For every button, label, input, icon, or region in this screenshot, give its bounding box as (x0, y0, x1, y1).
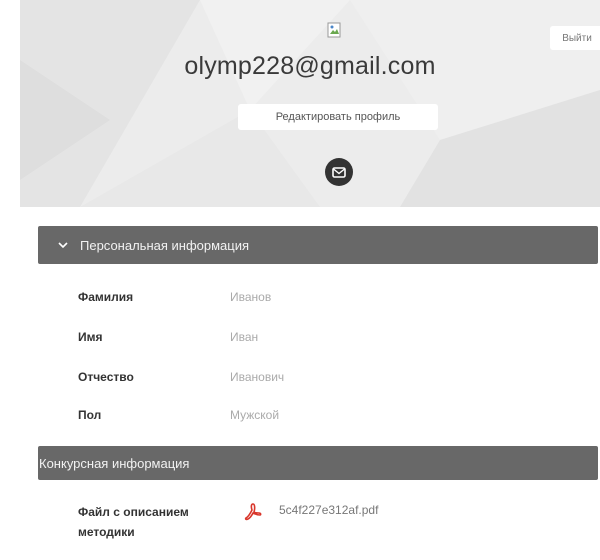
field-label: Фамилия (78, 290, 134, 304)
contest-info-header[interactable]: Конкурсная информация (38, 446, 598, 480)
edit-profile-button[interactable]: Редактировать профиль (238, 104, 438, 130)
file-field-label: Файл с описанием методики (78, 505, 189, 539)
field-value: Мужской (230, 408, 280, 422)
user-email: olymp228@gmail.com (184, 52, 436, 80)
field-value: Иванович (230, 370, 285, 384)
logout-button[interactable]: Выйти (550, 26, 600, 50)
profile-header: olymp228@gmail.com Выйти Редактировать п… (20, 0, 600, 207)
mail-button[interactable] (325, 158, 353, 186)
field-value: Иванов (230, 290, 272, 304)
field-row-surname: Фамилия Иванов (78, 287, 271, 307)
personal-info-header[interactable]: Персональная информация (38, 226, 598, 264)
broken-image-icon (327, 22, 341, 38)
personal-info-title: Персональная информация (80, 237, 250, 253)
field-value: Иван (230, 330, 259, 344)
field-label: Пол (78, 408, 102, 422)
envelope-icon (332, 166, 346, 178)
chevron-down-icon (58, 241, 68, 249)
field-row-name: Имя Иван (78, 327, 258, 347)
field-label: Отчество (78, 370, 134, 384)
field-row-gender: Пол Мужской (78, 405, 279, 425)
pdf-icon[interactable] (244, 503, 262, 521)
field-row-patronymic: Отчество Иванович (78, 367, 284, 387)
field-label: Имя (78, 330, 103, 344)
contest-info-title: Конкурсная информация (39, 455, 190, 471)
file-link[interactable]: 5c4f227e312af.pdf (279, 503, 378, 517)
